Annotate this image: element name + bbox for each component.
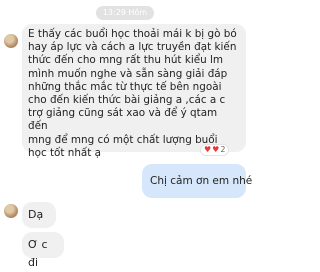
reaction-badge[interactable]: ♥ ♥ 2: [200, 144, 230, 156]
avatar[interactable]: [4, 34, 18, 48]
timestamp-pill: 13:29 Hôm nay: [96, 6, 154, 31]
reaction-count: 2: [220, 145, 226, 154]
incoming-message-last[interactable]: Ơ c đi: [22, 232, 64, 269]
incoming-message-da[interactable]: Dạ: [22, 202, 56, 228]
incoming-message-long[interactable]: E thấy các buổi học thoải mái k bị gò bó…: [22, 24, 246, 159]
heart-icon: ♥: [212, 145, 220, 154]
outgoing-message[interactable]: Chị cảm ơn em nhé: [142, 164, 252, 198]
heart-icon: ♥: [204, 145, 212, 154]
avatar[interactable]: [4, 204, 18, 218]
